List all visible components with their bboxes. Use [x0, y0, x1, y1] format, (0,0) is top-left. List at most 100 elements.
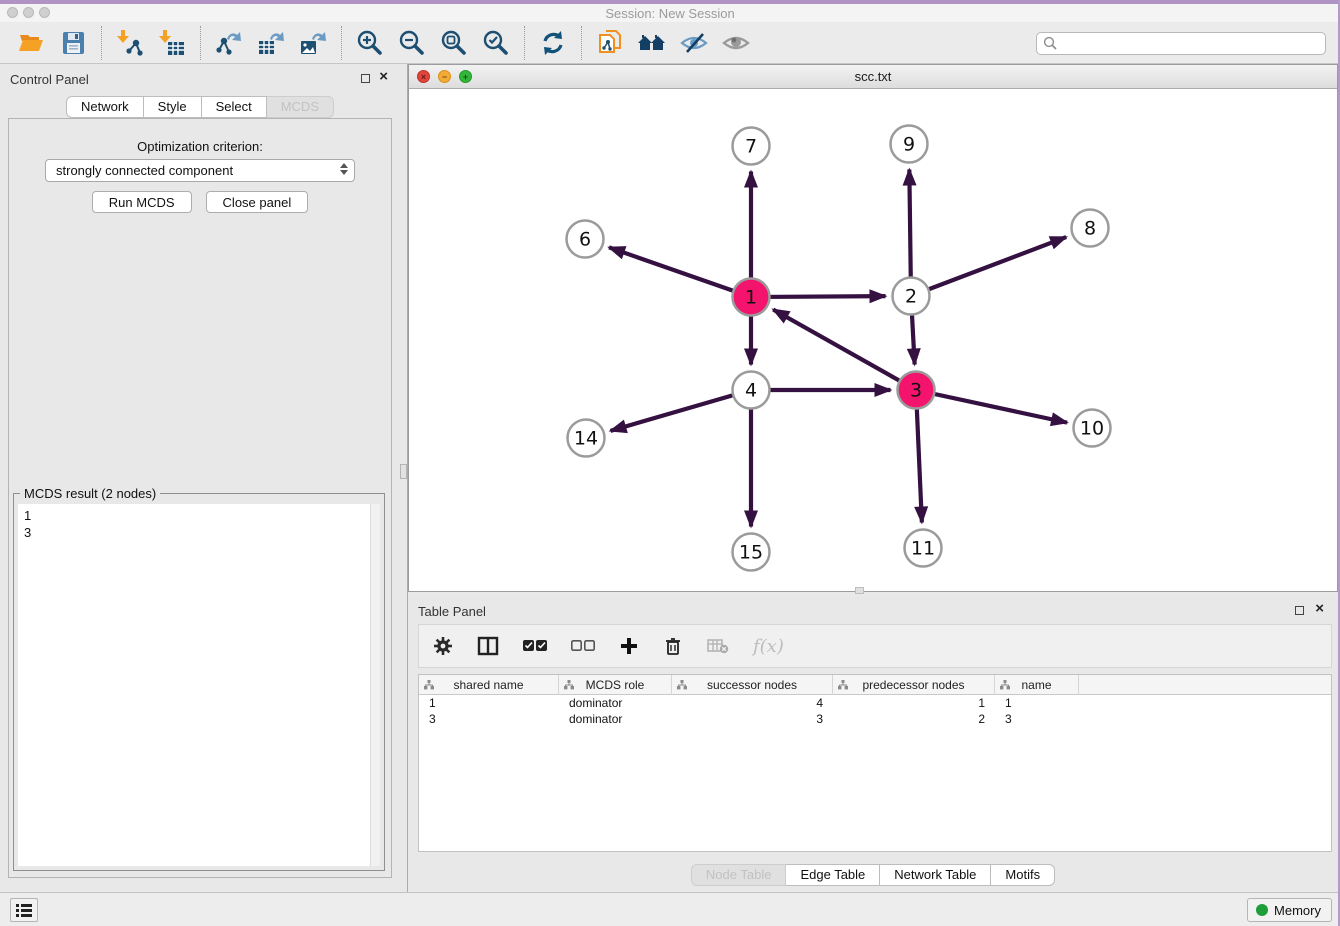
window-title: Session: New Session	[0, 6, 1340, 21]
show-eye-icon[interactable]	[720, 27, 752, 59]
graph-edge-2-8[interactable]	[911, 237, 1066, 296]
export-image-icon[interactable]	[297, 27, 329, 59]
tab-network-table[interactable]: Network Table	[880, 864, 991, 886]
graph-edge-3-11[interactable]	[916, 390, 922, 523]
table-settings-icon[interactable]	[433, 636, 453, 656]
graph-node-9[interactable]: 9	[891, 126, 928, 163]
toolbar-separator	[581, 26, 582, 60]
close-panel-button[interactable]: Close panel	[206, 191, 309, 213]
toolbar-separator	[524, 26, 525, 60]
search-box[interactable]	[1036, 32, 1326, 55]
graph-node-10[interactable]: 10	[1074, 410, 1111, 447]
network-window-titlebar[interactable]: × − + scc.txt	[409, 65, 1337, 89]
table-cell-name[interactable]: 1	[995, 695, 1079, 711]
tab-edge-table[interactable]: Edge Table	[786, 864, 880, 886]
svg-text:8: 8	[1084, 218, 1096, 240]
table-cell-successor_nodes[interactable]: 3	[672, 711, 833, 727]
svg-text:9: 9	[903, 134, 915, 156]
graph-edge-1-6[interactable]	[609, 247, 751, 297]
tab-node-table[interactable]: Node Table	[691, 864, 787, 886]
zoom-out-icon[interactable]	[396, 27, 428, 59]
graph-node-6[interactable]: 6	[567, 221, 604, 258]
table-cell-shared_name[interactable]: 1	[419, 695, 559, 711]
float-panel-icon[interactable]	[361, 74, 370, 83]
table-cell-name[interactable]: 3	[995, 711, 1079, 727]
column-header-successor-nodes[interactable]: successor nodes	[672, 675, 833, 695]
function-builder-icon: f(x)	[753, 636, 784, 657]
graph-edge-4-14[interactable]	[610, 390, 751, 431]
open-session-icon[interactable]	[15, 27, 47, 59]
export-table-icon[interactable]	[255, 27, 287, 59]
table-cell-predecessor_nodes[interactable]: 2	[833, 711, 995, 727]
mcds-result-group: MCDS result (2 nodes) 1 3	[13, 493, 385, 871]
column-layout-icon[interactable]	[477, 636, 499, 656]
vertical-splitter[interactable]	[400, 64, 408, 892]
import-table-icon[interactable]	[156, 27, 188, 59]
column-header-predecessor-nodes[interactable]: predecessor nodes	[833, 675, 995, 695]
graph-node-1[interactable]: 1	[733, 279, 770, 316]
graph-edge-3-1[interactable]	[773, 310, 916, 390]
home-icon[interactable]	[636, 27, 668, 59]
float-table-panel-icon[interactable]	[1295, 606, 1304, 615]
zoom-selected-icon[interactable]	[480, 27, 512, 59]
select-all-checkboxes-icon[interactable]	[523, 639, 547, 653]
mcds-result-area[interactable]: 1 3	[18, 504, 380, 866]
run-mcds-button[interactable]: Run MCDS	[92, 191, 192, 213]
memory-button[interactable]: Memory	[1247, 898, 1332, 922]
export-network-icon[interactable]	[213, 27, 245, 59]
table-cell-predecessor_nodes[interactable]: 1	[833, 695, 995, 711]
status-bar: Memory	[0, 892, 1340, 926]
table-cell-successor_nodes[interactable]: 4	[672, 695, 833, 711]
import-network-icon[interactable]	[114, 27, 146, 59]
table-cell-mcds_role[interactable]: dominator	[559, 711, 672, 727]
mcds-result-text: 1 3	[18, 504, 380, 544]
tab-motifs[interactable]: Motifs	[991, 864, 1055, 886]
column-header-shared-name[interactable]: shared name	[419, 675, 559, 695]
graph-node-14[interactable]: 14	[568, 420, 605, 457]
table-row[interactable]: 3dominator323	[419, 711, 1331, 727]
tab-network[interactable]: Network	[66, 96, 144, 118]
save-session-icon[interactable]	[57, 27, 89, 59]
deselect-all-checkboxes-icon[interactable]	[571, 639, 595, 653]
svg-text:6: 6	[579, 229, 591, 251]
result-scrollbar[interactable]	[370, 504, 380, 866]
table-row[interactable]: 1dominator411	[419, 695, 1331, 711]
status-menu-button[interactable]	[10, 898, 38, 922]
graph-node-8[interactable]: 8	[1072, 210, 1109, 247]
table-cell-shared_name[interactable]: 3	[419, 711, 559, 727]
memory-status-dot	[1256, 904, 1268, 916]
graph-node-2[interactable]: 2	[893, 278, 930, 315]
horizontal-splitter-handle[interactable]	[855, 587, 864, 594]
tab-style[interactable]: Style	[144, 96, 202, 118]
svg-text:3: 3	[910, 380, 922, 402]
network-canvas[interactable]: 1 2 3 4 6 7 8 9 10 11 14 15	[409, 89, 1337, 591]
close-panel-icon[interactable]: ×	[379, 68, 388, 86]
tab-select[interactable]: Select	[202, 96, 267, 118]
criterion-select[interactable]: strongly connected component	[45, 159, 355, 182]
node-table[interactable]: shared nameMCDS rolesuccessor nodesprede…	[418, 674, 1332, 852]
close-table-panel-icon[interactable]: ×	[1315, 600, 1324, 618]
duplicate-network-icon[interactable]	[594, 27, 626, 59]
add-column-icon[interactable]	[619, 636, 639, 656]
apply-layout-icon[interactable]	[537, 27, 569, 59]
svg-text:2: 2	[905, 286, 917, 308]
hide-eye-icon[interactable]	[678, 27, 710, 59]
zoom-in-icon[interactable]	[354, 27, 386, 59]
splitter-handle[interactable]	[400, 464, 407, 479]
column-header-name[interactable]: name	[995, 675, 1079, 695]
graph-node-7[interactable]: 7	[733, 128, 770, 165]
column-header-MCDS-role[interactable]: MCDS role	[559, 675, 672, 695]
delete-column-icon[interactable]	[663, 636, 683, 657]
graph-edge-1-2[interactable]	[751, 296, 886, 297]
tab-mcds[interactable]: MCDS	[267, 96, 334, 118]
zoom-fit-icon[interactable]	[438, 27, 470, 59]
graph-node-15[interactable]: 15	[733, 534, 770, 571]
graph-node-3[interactable]: 3	[898, 372, 935, 409]
table-cell-mcds_role[interactable]: dominator	[559, 695, 672, 711]
graph-node-11[interactable]: 11	[905, 530, 942, 567]
graph-node-4[interactable]: 4	[733, 372, 770, 409]
control-panel-title: Control Panel	[10, 72, 89, 87]
search-input[interactable]	[1058, 35, 1325, 53]
node-table-header: shared nameMCDS rolesuccessor nodesprede…	[419, 675, 1331, 695]
graph-edge-3-10[interactable]	[916, 390, 1067, 423]
